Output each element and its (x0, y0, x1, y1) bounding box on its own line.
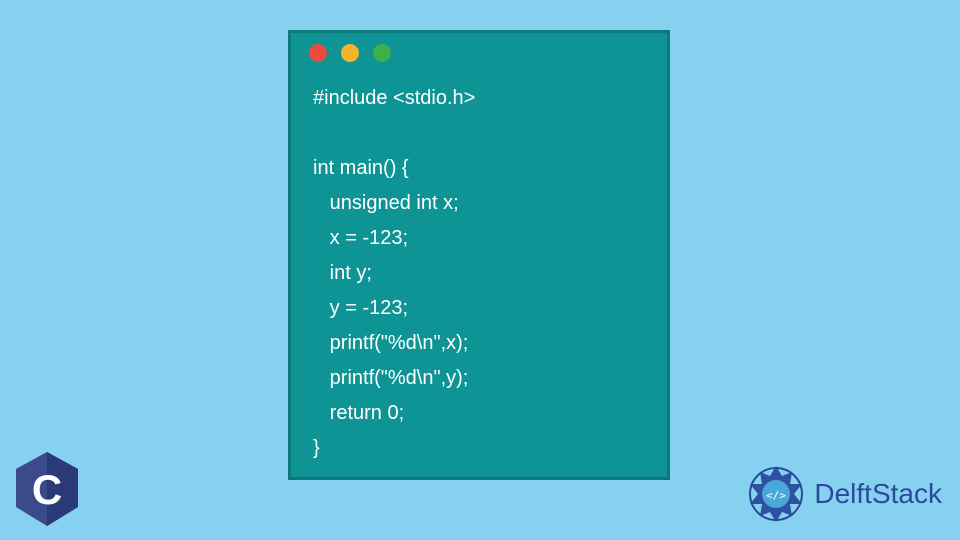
delftstack-text: DelftStack (814, 478, 942, 510)
code-window: #include <stdio.h> int main() { unsigned… (288, 30, 670, 480)
minimize-icon (341, 44, 359, 62)
delftstack-seal-icon: </> (744, 462, 808, 526)
maximize-icon (373, 44, 391, 62)
svg-text:C: C (32, 466, 62, 513)
c-language-logo-icon: C (12, 450, 82, 528)
svg-text:</>: </> (766, 489, 786, 502)
close-icon (309, 44, 327, 62)
window-titlebar (291, 33, 667, 73)
delftstack-logo: </> DelftStack (744, 462, 942, 526)
code-block: #include <stdio.h> int main() { unsigned… (291, 73, 667, 466)
